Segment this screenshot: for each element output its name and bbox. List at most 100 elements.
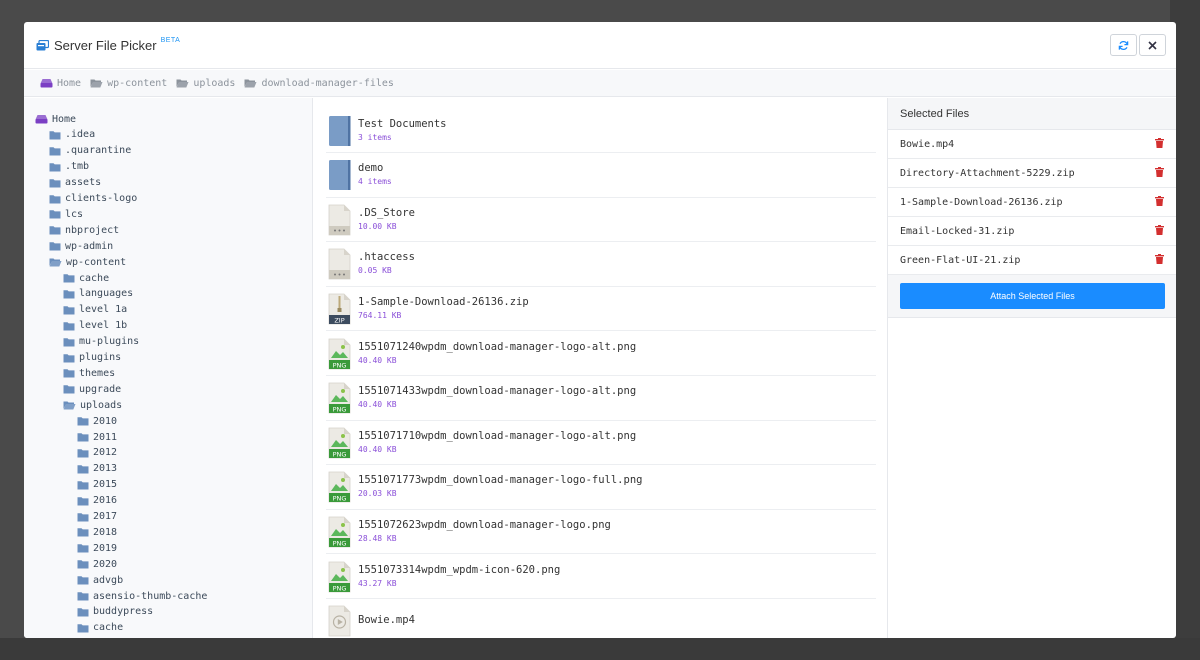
tree-node[interactable]: 2018 <box>77 525 117 539</box>
file-row[interactable]: PNG 1551072623wpdm_download-manager-logo.… <box>326 510 876 555</box>
tree-node[interactable]: 2016 <box>77 494 117 508</box>
file-icon-wrap <box>328 159 352 191</box>
file-row[interactable]: .DS_Store 10.00 KB <box>326 198 876 243</box>
tree-node[interactable]: themes <box>63 366 115 380</box>
folder-icon <box>77 608 89 617</box>
folder-icon <box>49 131 61 140</box>
file-name: demo <box>358 162 384 175</box>
file-info: 1551072623wpdm_download-manager-logo.png… <box>358 519 611 545</box>
folder-icon <box>77 417 89 426</box>
png-file-icon: PNG <box>328 427 351 458</box>
file-icon <box>328 204 351 236</box>
folder-icon <box>77 512 89 521</box>
remove-file-button[interactable] <box>1155 253 1164 267</box>
tree-node[interactable]: 2019 <box>77 541 117 555</box>
tree-node-label: asensio-thumb-cache <box>93 590 208 602</box>
remove-file-button[interactable] <box>1155 224 1164 238</box>
remove-file-button[interactable] <box>1155 195 1164 209</box>
breadcrumb-item[interactable]: Home <box>40 78 81 89</box>
refresh-button[interactable] <box>1110 34 1137 56</box>
file-name: 1551071710wpdm_download-manager-logo-alt… <box>358 429 637 442</box>
tree-node[interactable]: level 1a <box>63 303 127 317</box>
remove-file-button[interactable] <box>1155 166 1164 180</box>
tree-node[interactable]: .idea <box>49 128 95 142</box>
tree-node[interactable]: assets <box>49 176 101 190</box>
folder-icon <box>77 623 89 633</box>
tree-node[interactable]: level 1b <box>63 319 127 333</box>
tree-node[interactable]: 2013 <box>77 462 117 476</box>
tree-node[interactable]: clients-logo <box>49 192 137 206</box>
file-row[interactable]: ZIP 1-Sample-Download-26136.zip 764.11 KB <box>326 287 876 332</box>
file-name: 1-Sample-Download-26136.zip <box>358 295 529 308</box>
tree-node[interactable]: upgrade <box>63 382 121 396</box>
selected-file-name: Directory-Attachment-5229.zip <box>900 167 1075 179</box>
folder-icon <box>77 496 89 506</box>
file-info: 1551071240wpdm_download-manager-logo-alt… <box>358 341 636 367</box>
folder-icon <box>63 369 75 378</box>
close-icon <box>1148 40 1157 50</box>
tree-node[interactable]: 2020 <box>77 557 117 571</box>
tree-node-label: 2016 <box>93 495 118 507</box>
svg-text:PNG: PNG <box>333 495 347 503</box>
file-row[interactable]: Bowie.mp4 <box>326 600 876 638</box>
tree-node[interactable]: languages <box>63 287 133 301</box>
tree-node[interactable]: nbproject <box>49 223 119 237</box>
file-row[interactable]: PNG 1551071240wpdm_download-manager-logo-… <box>326 332 876 376</box>
folder-row[interactable]: demo 4 items <box>326 154 876 198</box>
file-info: Bowie.mp4 <box>358 614 415 628</box>
file-name: 1551073314wpdm_wpdm-icon-620.png <box>358 563 561 576</box>
background-footer <box>0 638 1200 660</box>
breadcrumb-item[interactable]: wp-content <box>90 78 167 89</box>
file-meta: 10.00 KB <box>358 221 397 231</box>
tree-node[interactable]: 2010 <box>77 414 117 428</box>
tree-node[interactable]: .tmb <box>49 160 89 174</box>
folder-icon <box>63 290 75 299</box>
trash-icon <box>1155 253 1164 264</box>
file-row[interactable]: PNG 1551071773wpdm_download-manager-logo-… <box>326 466 876 510</box>
file-name: 1551071773wpdm_download-manager-logo-ful… <box>358 474 643 487</box>
folder-icon <box>49 242 61 251</box>
tree-node[interactable]: uploads <box>63 398 122 412</box>
tree-node[interactable]: buddypress <box>77 605 153 619</box>
tree-node[interactable]: .quarantine <box>49 144 131 158</box>
file-info: 1551071433wpdm_download-manager-logo-alt… <box>358 385 636 411</box>
file-meta: 3 items <box>358 132 392 142</box>
tree-node[interactable]: wp-content <box>49 255 126 269</box>
tree-node[interactable]: cache <box>77 621 123 635</box>
file-icon-wrap <box>328 605 352 637</box>
remove-file-button[interactable] <box>1155 137 1164 151</box>
folder-icon <box>49 210 61 219</box>
file-row[interactable]: PNG 1551071433wpdm_download-manager-logo-… <box>326 377 876 421</box>
tree-node-label: 2018 <box>93 526 118 538</box>
file-row[interactable]: PNG 1551073314wpdm_wpdm-icon-620.png 43.27… <box>326 555 876 599</box>
file-info: 1551071773wpdm_download-manager-logo-ful… <box>358 474 642 500</box>
tree-node[interactable]: Home <box>35 112 76 126</box>
tree-node[interactable]: 2011 <box>77 430 117 444</box>
file-meta: 40.40 KB <box>358 400 397 410</box>
tree-node[interactable]: lcs <box>49 207 83 221</box>
folder-row[interactable]: Test Documents 3 items <box>326 109 876 153</box>
breadcrumb-item[interactable]: uploads <box>176 78 235 89</box>
tree-node[interactable]: wp-admin <box>49 239 113 253</box>
tree-node[interactable]: 2017 <box>77 510 117 524</box>
selected-file-item: Directory-Attachment-5229.zip <box>888 159 1176 188</box>
file-row[interactable]: .htaccess 0.05 KB <box>326 243 876 287</box>
tree-node[interactable]: advgb <box>77 573 123 587</box>
svg-text:PNG: PNG <box>333 450 347 458</box>
attach-selected-files-button[interactable]: Attach Selected Files <box>900 283 1165 309</box>
breadcrumb-item[interactable]: download-manager-files <box>244 78 394 89</box>
tree-node[interactable]: 2015 <box>77 478 117 492</box>
tree-node[interactable]: plugins <box>63 351 121 365</box>
home-drive-icon <box>40 79 53 88</box>
modal-title-text: Server File Picker <box>54 37 157 53</box>
tree-node-label: .idea <box>65 129 96 141</box>
folder-icon <box>63 274 75 283</box>
file-name: Bowie.mp4 <box>358 614 415 627</box>
tree-node[interactable]: 2012 <box>77 446 117 460</box>
file-row[interactable]: PNG 1551071710wpdm_download-manager-logo-… <box>326 421 876 466</box>
tree-node[interactable]: asensio-thumb-cache <box>77 589 207 603</box>
tree-node[interactable]: mu-plugins <box>63 335 139 349</box>
close-button[interactable] <box>1139 34 1166 56</box>
tree-node[interactable]: cache <box>63 271 109 285</box>
tree-node-label: uploads <box>80 399 123 411</box>
